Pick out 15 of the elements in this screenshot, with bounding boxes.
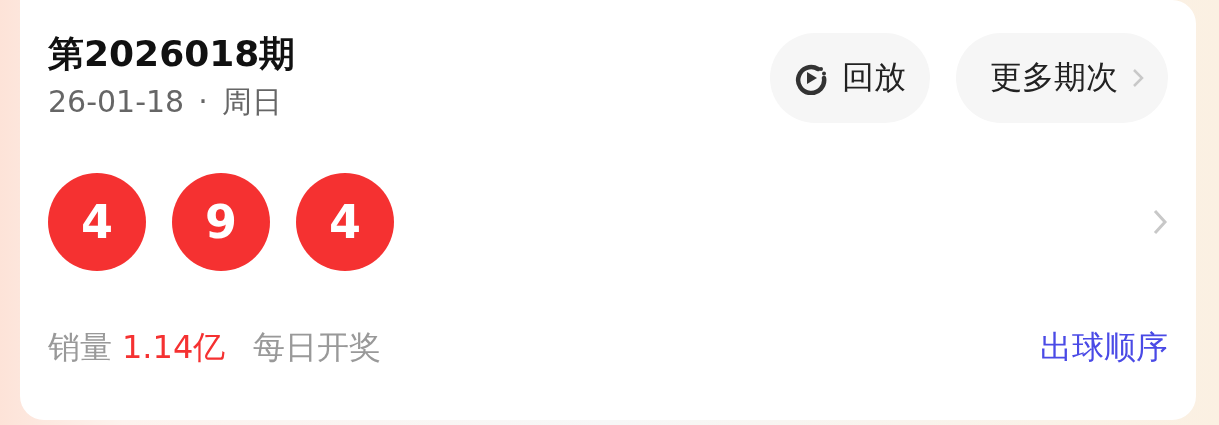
ball-order-link[interactable]: 出球顺序 xyxy=(1040,326,1168,370)
draw-date: 26-01-18 xyxy=(48,83,185,121)
separator-dot: · xyxy=(198,83,208,121)
more-draws-button[interactable]: 更多期次 xyxy=(956,33,1168,123)
sales-label: 销量 xyxy=(48,327,112,368)
number-ball: 4 xyxy=(48,173,146,271)
number-ball: 4 xyxy=(296,173,394,271)
number-ball: 9 xyxy=(172,173,270,271)
replay-button[interactable]: 回放 xyxy=(770,33,930,123)
chevron-right-icon[interactable] xyxy=(1152,208,1168,236)
chevron-right-icon xyxy=(1132,68,1144,88)
draw-title: 第2026018期 xyxy=(48,32,296,76)
weekday: 周日 xyxy=(221,83,282,121)
draw-schedule: 每日开奖 xyxy=(253,327,382,368)
sales-value: 1.14亿 xyxy=(122,327,226,368)
